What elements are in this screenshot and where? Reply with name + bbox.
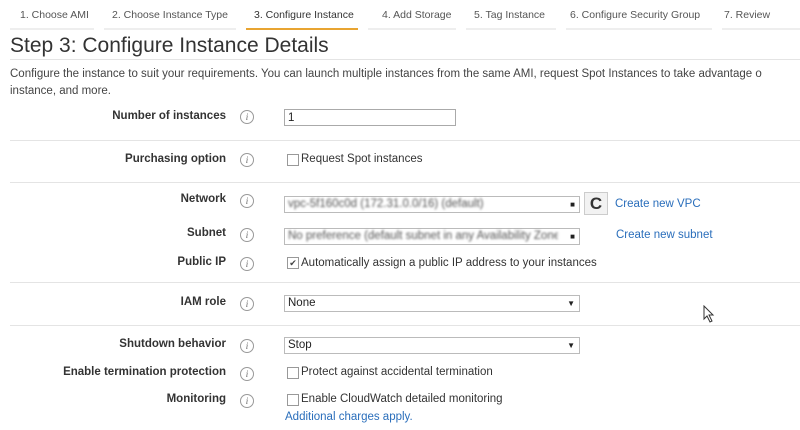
label-shutdown-behavior: Shutdown behavior [119,338,226,350]
create-new-subnet-link[interactable]: Create new subnet [616,229,713,241]
info-icon[interactable]: i [240,194,254,208]
wizard-tabs: 1. Choose AMI 2. Choose Instance Type 3.… [0,0,800,34]
label-termination-protection: Enable termination protection [63,366,226,378]
label-network: Network [180,193,226,205]
label-public-ip: Public IP [177,256,226,268]
tab-configure-instance[interactable]: 3. Configure Instance [254,9,354,21]
spot-instances-label: Request Spot instances [301,153,423,165]
info-icon[interactable]: i [240,367,254,381]
info-icon[interactable]: i [240,228,254,242]
monitoring-label: Enable CloudWatch detailed monitoring [301,393,503,405]
info-icon[interactable]: i [240,394,254,408]
additional-charges-link[interactable]: Additional charges apply. [285,411,413,423]
subnet-select[interactable]: No preference (default subnet in any Ava… [284,228,580,245]
public-ip-label: Automatically assign a public IP address… [301,257,597,269]
info-icon[interactable]: i [240,297,254,311]
tab-choose-ami[interactable]: 1. Choose AMI [20,9,89,21]
spot-instances-checkbox[interactable] [287,154,299,166]
active-tab-indicator [246,28,358,30]
tab-add-storage[interactable]: 4. Add Storage [382,9,451,21]
create-new-vpc-link[interactable]: Create new VPC [615,198,701,210]
label-subnet: Subnet [187,227,226,239]
dropdown-arrow-icon: ■ [570,232,575,241]
dropdown-arrow-icon: ▼ [567,299,575,308]
mouse-cursor-icon [703,305,715,323]
page-description: Configure the instance to suit your requ… [10,68,762,97]
dropdown-arrow-icon: ▼ [567,341,575,350]
tab-tag-instance[interactable]: 5. Tag Instance [474,9,545,21]
label-iam-role: IAM role [180,296,226,308]
termination-protection-label: Protect against accidental termination [301,366,493,378]
label-number-of-instances: Number of instances [112,110,226,122]
label-monitoring: Monitoring [166,393,226,405]
number-of-instances-input[interactable]: 1 [284,109,456,126]
network-select[interactable]: vpc-5f160c0d (172.31.0.0/16) (default) ■ [284,196,580,213]
tab-review[interactable]: 7. Review [724,9,770,21]
info-icon[interactable]: i [240,339,254,353]
info-icon[interactable]: i [240,110,254,124]
tab-choose-instance-type[interactable]: 2. Choose Instance Type [112,9,228,21]
page-title: Step 3: Configure Instance Details [10,34,329,57]
info-icon[interactable]: i [240,257,254,271]
refresh-icon[interactable]: C [584,192,608,215]
label-purchasing-option: Purchasing option [125,153,226,165]
iam-role-select[interactable]: None ▼ [284,295,580,312]
info-icon[interactable]: i [240,153,254,167]
public-ip-checkbox[interactable]: ✔ [287,257,299,269]
shutdown-behavior-select[interactable]: Stop ▼ [284,337,580,354]
tab-configure-security-group[interactable]: 6. Configure Security Group [570,9,700,21]
monitoring-checkbox[interactable] [287,394,299,406]
termination-protection-checkbox[interactable] [287,367,299,379]
dropdown-arrow-icon: ■ [570,200,575,209]
